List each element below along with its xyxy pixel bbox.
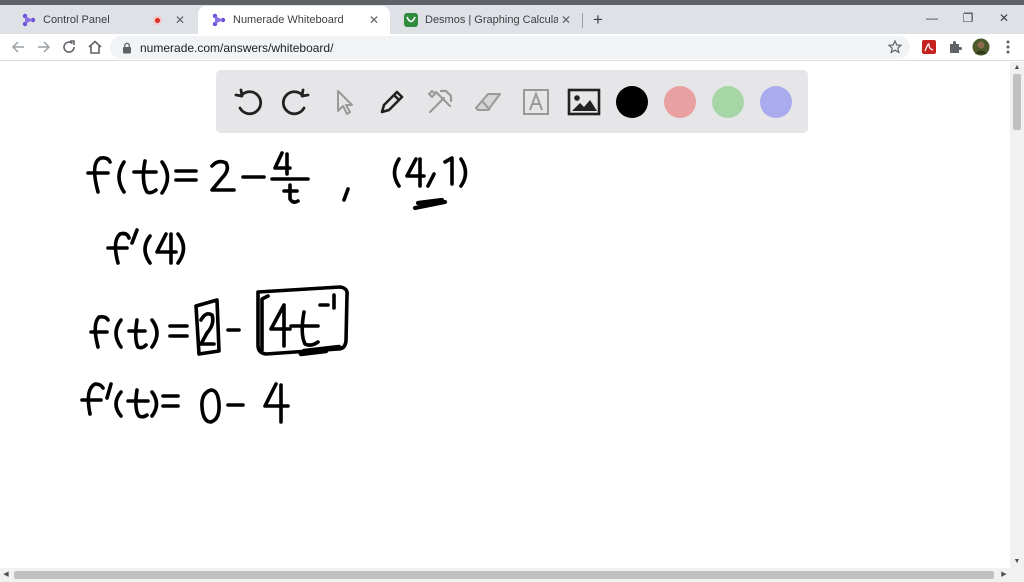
scroll-down-arrow-icon[interactable]: ▼ <box>1010 556 1024 568</box>
new-tab-button[interactable]: + <box>588 10 608 30</box>
menu-kebab-icon[interactable] <box>1002 39 1014 55</box>
tab-title: Desmos | Graphing Calculator <box>425 14 558 26</box>
pointer-icon <box>337 90 353 115</box>
bookmark-star-icon[interactable] <box>888 40 902 54</box>
close-tab-icon[interactable]: ✕ <box>558 12 574 28</box>
close-tab-icon[interactable]: ✕ <box>366 12 382 28</box>
tab-numerade-whiteboard[interactable]: Numerade Whiteboard ✕ <box>198 6 390 34</box>
pdf-extension-icon[interactable] <box>921 39 937 55</box>
tab-strip: Control Panel ✕ Numerade Whiteboard ✕ De… <box>0 0 1024 34</box>
horizontal-scrollbar[interactable]: ◀ ▶ <box>0 568 1024 582</box>
text-icon <box>523 89 549 115</box>
handwritten-line-4 <box>80 382 290 424</box>
color-purple-swatch[interactable] <box>760 86 792 118</box>
pointer-tool[interactable] <box>326 84 362 120</box>
color-green-swatch[interactable] <box>712 86 744 118</box>
pen-tool[interactable] <box>374 84 410 120</box>
handwritten-line-3 <box>89 285 349 357</box>
numerade-favicon-icon <box>212 13 226 27</box>
whiteboard-page <box>0 62 1024 582</box>
vertical-scroll-thumb[interactable] <box>1013 74 1021 130</box>
scroll-right-arrow-icon[interactable]: ▶ <box>998 568 1010 582</box>
color-pink-swatch[interactable] <box>664 86 696 118</box>
redo-button[interactable] <box>278 84 314 120</box>
tab-control-panel[interactable]: Control Panel ✕ <box>8 6 196 34</box>
address-bar[interactable]: numerade.com/answers/whiteboard/ <box>110 36 910 59</box>
lock-icon <box>123 42 131 53</box>
extensions-puzzle-icon[interactable] <box>947 39 963 55</box>
close-tab-icon[interactable]: ✕ <box>172 12 188 28</box>
recording-indicator-icon <box>153 15 162 25</box>
tab-desmos[interactable]: Desmos | Graphing Calculator ✕ <box>390 6 582 34</box>
eraser-icon <box>475 93 501 111</box>
window-frame <box>0 0 1024 5</box>
pen-icon <box>380 90 404 114</box>
whiteboard-canvas[interactable] <box>0 132 1010 568</box>
tab-title: Control Panel <box>43 14 110 26</box>
horizontal-scroll-thumb[interactable] <box>14 571 994 579</box>
eraser-tool[interactable] <box>470 84 506 120</box>
tools-button[interactable] <box>422 84 458 120</box>
tab-separator <box>582 13 583 28</box>
desmos-favicon-icon <box>404 13 418 27</box>
vertical-scrollbar[interactable]: ▲ ▼ <box>1010 62 1024 568</box>
forward-icon[interactable] <box>34 38 52 56</box>
home-icon[interactable] <box>86 38 104 56</box>
close-window-button[interactable]: ✕ <box>994 8 1014 28</box>
handwritten-line-1 <box>86 151 468 211</box>
browser-toolbar: numerade.com/answers/whiteboard/ <box>0 34 1024 61</box>
handwritten-line-2 <box>106 228 186 265</box>
undo-button[interactable] <box>230 84 266 120</box>
minimize-button[interactable]: — <box>922 8 942 28</box>
scroll-up-arrow-icon[interactable]: ▲ <box>1010 62 1024 74</box>
scroll-left-arrow-icon[interactable]: ◀ <box>0 568 12 582</box>
image-tool[interactable] <box>566 84 602 120</box>
profile-avatar-icon[interactable] <box>972 38 990 56</box>
redo-icon <box>281 88 310 116</box>
whiteboard-toolbar <box>216 70 808 133</box>
restore-button[interactable]: ❐ <box>958 8 978 28</box>
tab-title: Numerade Whiteboard <box>233 14 344 26</box>
color-black-swatch[interactable] <box>616 86 648 118</box>
url-text: numerade.com/answers/whiteboard/ <box>140 40 334 55</box>
tools-icon <box>427 89 453 114</box>
text-tool[interactable] <box>518 84 554 120</box>
image-icon <box>567 88 601 116</box>
numerade-favicon-icon <box>22 13 36 27</box>
undo-icon <box>234 88 263 116</box>
reload-icon[interactable] <box>60 38 78 56</box>
back-icon[interactable] <box>10 38 28 56</box>
